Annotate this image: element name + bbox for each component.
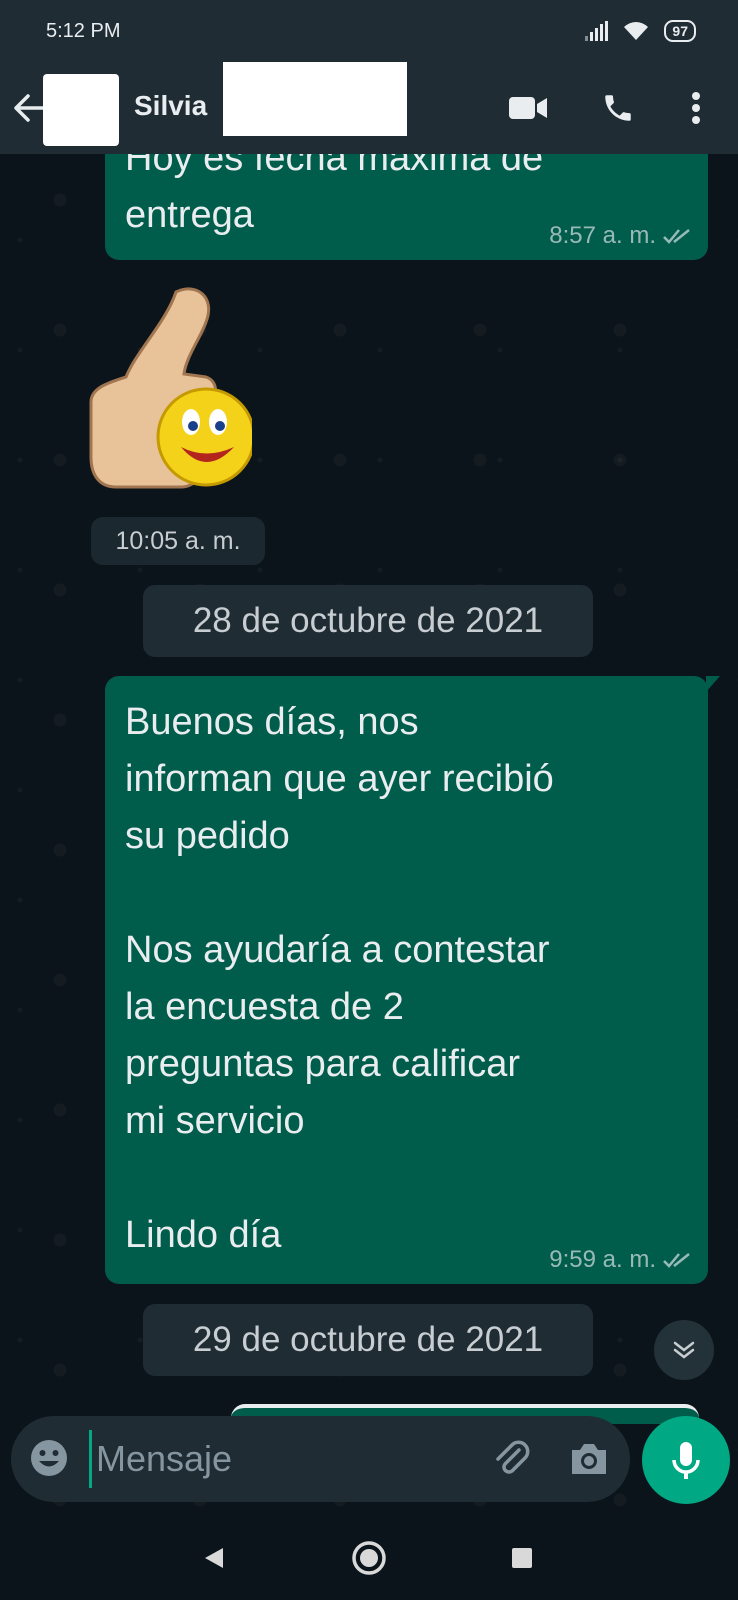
nav-back-button[interactable] bbox=[190, 1534, 238, 1582]
video-call-button[interactable] bbox=[506, 86, 550, 130]
wifi-icon bbox=[624, 22, 649, 40]
voice-message-button[interactable] bbox=[642, 1416, 730, 1504]
date-separator: 29 de octubre de 2021 bbox=[143, 1304, 593, 1376]
date-separator: 28 de octubre de 2021 bbox=[143, 585, 593, 657]
contact-name[interactable]: Silvia bbox=[134, 90, 207, 122]
more-options-button[interactable] bbox=[674, 86, 718, 130]
avatar[interactable] bbox=[43, 74, 119, 146]
thumbs-up-sticker-image bbox=[89, 287, 256, 489]
read-receipt-icon bbox=[663, 229, 690, 244]
status-system-icons: 97 bbox=[585, 20, 696, 42]
status-time: 5:12 PM bbox=[46, 20, 121, 42]
bubble-tail bbox=[706, 676, 720, 692]
attach-icon[interactable] bbox=[489, 1436, 533, 1480]
nav-recents-icon bbox=[512, 1548, 532, 1568]
message-meta: 9:59 a. m. bbox=[549, 1246, 692, 1274]
battery-indicator: 97 bbox=[664, 20, 696, 42]
scroll-down-icon bbox=[673, 1341, 695, 1359]
nav-recents-button[interactable] bbox=[498, 1534, 546, 1582]
nav-home-button[interactable] bbox=[345, 1534, 393, 1582]
phone-icon bbox=[605, 95, 631, 121]
message-input[interactable] bbox=[89, 1430, 469, 1488]
status-bar: 5:12 PM 97 bbox=[0, 0, 738, 62]
message-time: 9:59 a. m. bbox=[549, 1246, 656, 1273]
nav-home-icon bbox=[352, 1541, 386, 1575]
camera-icon[interactable] bbox=[568, 1438, 610, 1480]
voice-call-button[interactable] bbox=[596, 86, 640, 130]
nav-back-icon bbox=[205, 1548, 223, 1568]
emoji-icon[interactable] bbox=[29, 1438, 69, 1478]
mic-icon bbox=[672, 1442, 700, 1479]
message-time: 8:57 a. m. bbox=[549, 222, 656, 249]
scroll-down-button[interactable] bbox=[654, 1320, 714, 1380]
back-arrow-icon[interactable] bbox=[12, 92, 46, 124]
system-nav-bar bbox=[0, 1516, 738, 1600]
video-call-icon bbox=[509, 97, 547, 119]
chat-header: Silvia bbox=[0, 62, 738, 154]
message-composer bbox=[11, 1416, 630, 1502]
outgoing-message[interactable]: Buenos días, nos informan que ayer recib… bbox=[105, 676, 720, 1284]
more-options-icon bbox=[692, 92, 700, 124]
redacted-name-box bbox=[223, 62, 407, 136]
thumbs-up-sticker[interactable] bbox=[56, 282, 256, 502]
sticker-time: 10:05 a. m. bbox=[91, 517, 265, 565]
signal-icon bbox=[585, 21, 609, 41]
read-receipt-icon bbox=[663, 1253, 690, 1268]
message-text: Buenos días, nos informan que ayer recib… bbox=[125, 701, 554, 1256]
message-meta: 8:57 a. m. bbox=[549, 222, 692, 250]
